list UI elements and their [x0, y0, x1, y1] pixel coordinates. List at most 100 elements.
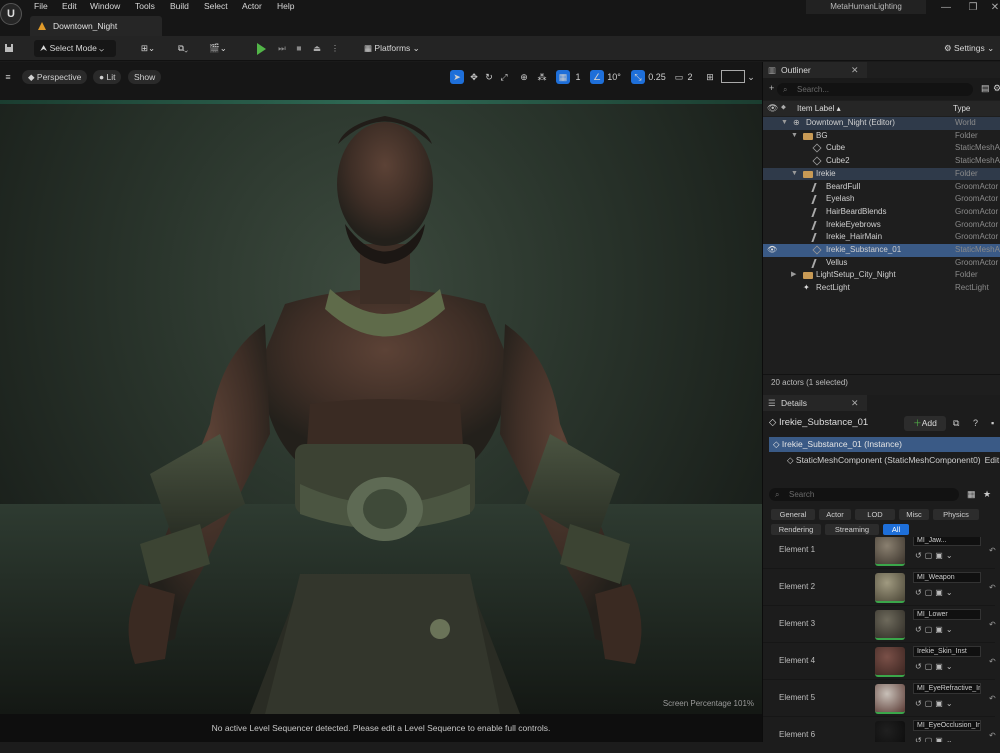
details-tab[interactable]: ☰ Details ✕ — [763, 395, 867, 411]
filter-all[interactable]: All — [883, 524, 909, 535]
rotate-tool-icon[interactable]: ↻ — [482, 70, 496, 84]
reset-icon[interactable]: ↶ — [989, 657, 996, 666]
move-tool-icon[interactable]: ✥ — [467, 70, 481, 84]
reset-icon[interactable]: ↶ — [989, 546, 996, 555]
unreal-logo-icon[interactable]: U — [0, 3, 22, 25]
menu-select[interactable]: Select — [204, 0, 228, 12]
details-search-input[interactable]: ⌕ Search — [769, 488, 959, 501]
chevron-down-icon[interactable]: ▼ — [791, 168, 798, 181]
type-header[interactable]: Type — [953, 104, 970, 113]
filter-actor[interactable]: Actor — [819, 509, 851, 520]
camera-speed-value[interactable]: 2 — [685, 70, 695, 84]
lock-icon[interactable]: ▪ — [991, 418, 994, 428]
reset-icon[interactable]: ↶ — [989, 694, 996, 703]
menu-actor[interactable]: Actor — [242, 0, 262, 12]
filter-general[interactable]: General — [771, 509, 815, 520]
material-actions-icon[interactable]: ↺▢▣⌄ — [915, 699, 956, 708]
menu-help[interactable]: Help — [277, 0, 294, 12]
outliner-row[interactable]: Irekie_HairMain GroomActor — [763, 231, 1000, 244]
filter-streaming[interactable]: Streaming — [825, 524, 879, 535]
outliner-row[interactable]: BeardFull GroomActor — [763, 181, 1000, 194]
add-icon[interactable]: + — [769, 83, 774, 93]
maximize-viewport-icon[interactable]: ⊞ — [703, 70, 717, 84]
reset-icon[interactable]: ↶ — [989, 731, 996, 740]
outliner-row[interactable]: IrekieEyebrows GroomActor — [763, 219, 1000, 232]
filter-physics[interactable]: Physics — [933, 509, 979, 520]
angle-snap-icon[interactable]: ∠ — [590, 70, 604, 84]
save-icon[interactable] — [2, 40, 16, 57]
outliner-row[interactable]: Cube2 StaticMeshActor — [763, 155, 1000, 168]
perspective-button[interactable]: ◆ Perspective — [22, 70, 88, 84]
chevron-down-icon[interactable]: ▼ — [791, 130, 798, 143]
project-tab[interactable]: Downtown_Night — [30, 16, 162, 36]
layout-icon[interactable] — [721, 70, 745, 83]
filter-lod[interactable]: LOD — [855, 509, 895, 520]
material-dropdown[interactable]: MI_Lower — [913, 609, 981, 620]
outliner-row[interactable]: 👁 Irekie_Substance_01 StaticMeshActor — [763, 244, 1000, 257]
material-actions-icon[interactable]: ↺▢▣⌄ — [915, 662, 956, 671]
show-button[interactable]: Show — [128, 70, 162, 84]
select-tool-icon[interactable]: ➤ — [450, 70, 464, 84]
outliner-row[interactable]: Cube StaticMeshActor — [763, 142, 1000, 155]
camera-speed-icon[interactable]: ▭ — [673, 70, 685, 84]
material-actions-icon[interactable]: ↺▢▣⌄ — [915, 588, 956, 597]
outliner-row[interactable]: ▼ BG Folder — [763, 130, 1000, 143]
outliner-row[interactable]: Eyelash GroomActor — [763, 193, 1000, 206]
scale-snap-value[interactable]: 0.25 — [646, 70, 668, 84]
eye-icon[interactable]: 👁 — [767, 103, 778, 114]
material-thumbnail[interactable] — [875, 610, 905, 640]
outliner-tab[interactable]: ▥ Outliner ✕ — [763, 62, 867, 78]
play-options-icon[interactable]: ⋮ — [330, 40, 340, 57]
material-thumbnail[interactable] — [875, 537, 905, 566]
play-button[interactable] — [254, 40, 270, 57]
close-icon[interactable]: ✕ — [851, 62, 859, 78]
instance-row[interactable]: ◇ Irekie_Substance_01 (Instance) — [769, 437, 1000, 452]
select-mode-dropdown[interactable]: ⮝ Select Mode ⌄ — [34, 40, 116, 57]
reset-icon[interactable]: ↶ — [989, 620, 996, 629]
stop-icon[interactable]: ■ — [292, 40, 306, 57]
material-actions-icon[interactable]: ↺▢▣⌄ — [915, 736, 956, 742]
folder-icon[interactable]: ▤ — [981, 83, 990, 94]
menu-build[interactable]: Build — [170, 0, 189, 12]
component-row[interactable]: ◇ StaticMeshComponent (StaticMeshCompone… — [787, 453, 1000, 467]
material-dropdown[interactable]: MI_Weapon — [913, 572, 981, 583]
table-view-icon[interactable]: ▦ — [967, 489, 976, 500]
eject-icon[interactable]: ⏏ — [310, 40, 324, 57]
level-viewport[interactable]: Screen Percentage 101% — [0, 104, 762, 714]
grid-snap-icon[interactable]: ▦ — [556, 70, 570, 84]
material-dropdown[interactable]: MI_EyeRefractive_Ins — [913, 683, 981, 694]
settings-icon[interactable]: ⚙ — [993, 83, 1000, 94]
filter-misc[interactable]: Misc — [899, 509, 929, 520]
outliner-row[interactable]: HairBeardBlends GroomActor — [763, 206, 1000, 219]
outliner-row[interactable]: ✦ RectLight RectLight — [763, 282, 1000, 295]
outliner-row[interactable]: ▼ Irekie Folder — [763, 167, 1000, 181]
material-dropdown[interactable]: MI_EyeOcclusion_Inst — [913, 720, 981, 731]
menu-file[interactable]: File — [34, 0, 48, 12]
outliner-row[interactable]: ▼ ⊕ Downtown_Night (Editor) World — [763, 117, 1000, 130]
eye-icon[interactable]: 👁 — [767, 244, 777, 257]
menu-edit[interactable]: Edit — [62, 0, 77, 12]
material-thumbnail[interactable] — [875, 684, 905, 714]
menu-window[interactable]: Window — [90, 0, 120, 12]
chevron-down-icon[interactable]: ⌄ — [745, 70, 757, 84]
material-actions-icon[interactable]: ↺▢▣⌄ — [915, 551, 956, 560]
close-window-button[interactable]: ✕ — [984, 1, 1000, 15]
outliner-row[interactable]: Vellus GroomActor — [763, 257, 1000, 270]
scale-tool-icon[interactable]: ⤢ — [497, 70, 511, 84]
material-dropdown[interactable]: Irekie_Skin_Inst — [913, 646, 981, 657]
surface-snap-icon[interactable]: ⁂ — [535, 70, 549, 84]
filter-rendering[interactable]: Rendering — [771, 524, 821, 535]
chevron-right-icon[interactable]: ▶ — [791, 269, 796, 282]
maximize-button[interactable]: ❐ — [962, 1, 984, 15]
minimize-button[interactable]: — — [935, 1, 957, 15]
reset-icon[interactable]: ↶ — [989, 583, 996, 592]
material-thumbnail[interactable] — [875, 721, 905, 742]
material-thumbnail[interactable] — [875, 647, 905, 677]
item-label-header[interactable]: Item Label ▴ — [797, 104, 841, 113]
edit-label[interactable]: Edit — [985, 455, 1000, 465]
pin-icon[interactable]: ⬥ — [781, 104, 786, 112]
add-content-icon[interactable]: ⊞⌄ — [136, 40, 160, 57]
step-icon[interactable]: ⏭ — [275, 40, 289, 57]
blueprint-icon[interactable]: ⧉⌄ — [170, 40, 196, 57]
cinematics-icon[interactable]: 🎬⌄ — [204, 40, 232, 57]
